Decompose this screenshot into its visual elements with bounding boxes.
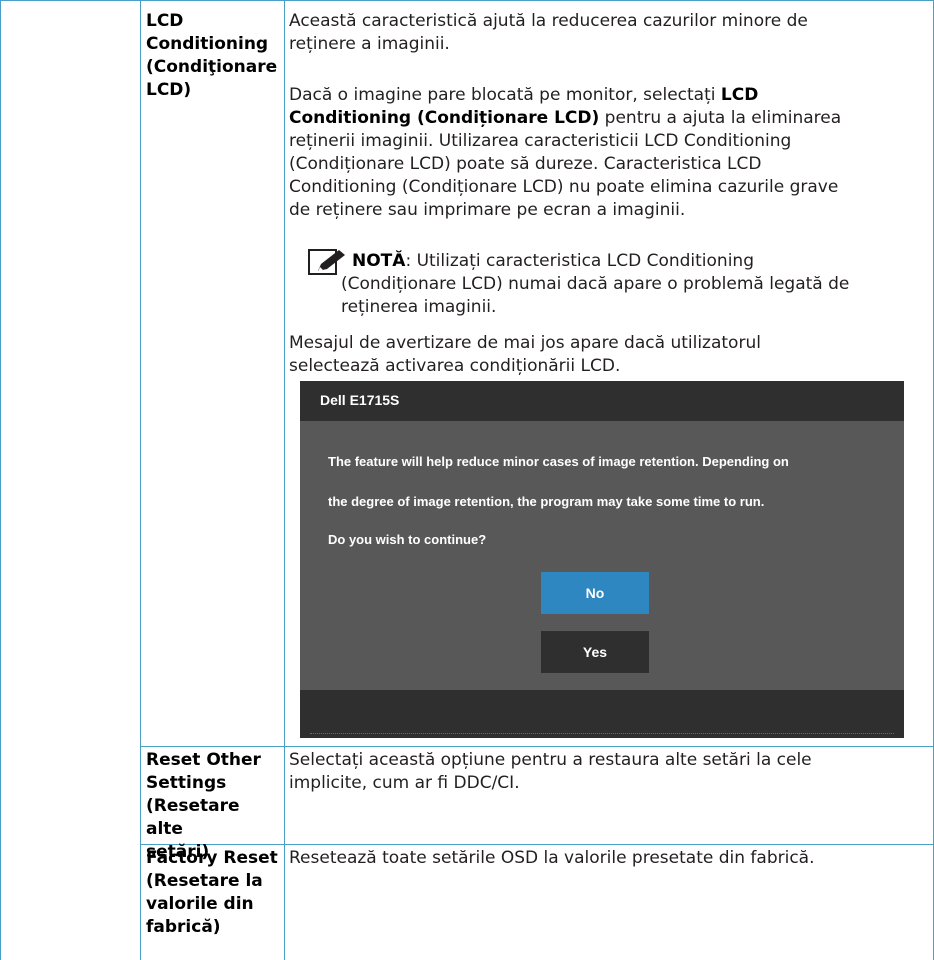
label-line: fabrică) — [146, 917, 221, 937]
text-line: Conditioning (Condiționare LCD) pentru a… — [289, 107, 841, 130]
description-paragraph: Dacă o imagine pare blocată pe monitor, … — [289, 84, 841, 222]
label-line: Settings — [146, 773, 227, 793]
settings-table: LCD Conditioning (Condiţionare LCD) Acea… — [0, 0, 934, 960]
text-line: Dacă o imagine pare blocată pe monitor, … — [289, 84, 841, 107]
text-line: selectează activarea condiționării LCD. — [289, 356, 621, 376]
text-line: NOTĂ: Utilizați caracteristica LCD Condi… — [352, 250, 754, 273]
label-line: valorile din — [146, 894, 254, 914]
label-line: Reset Other — [146, 750, 261, 770]
text-span: : Utilizați caracteristica LCD Condition… — [405, 251, 754, 271]
label-line: Factory Reset — [146, 848, 278, 868]
text-line: Mesajul de avertizare de mai jos apare d… — [289, 333, 761, 353]
dialog-message-line: The feature will help reduce minor cases… — [328, 454, 789, 469]
text-line: Resetează toate setările OSD la valorile… — [289, 848, 815, 868]
dialog-message-line: Do you wish to continue? — [328, 532, 487, 547]
text-line: reținerea imaginii. — [341, 297, 497, 317]
dialog-title-bar: Dell E1715S — [300, 381, 904, 421]
footer-divider — [310, 733, 894, 734]
row-divider-1 — [140, 746, 934, 747]
row-label-lcd-conditioning: LCD Conditioning (Condiţionare LCD) — [146, 10, 282, 102]
label-line: (Resetare la — [146, 871, 263, 891]
yes-button[interactable]: Yes — [541, 631, 649, 673]
bold-term: Conditioning (Condiționare LCD) — [289, 108, 600, 128]
bold-term: LCD — [720, 85, 759, 105]
text-line: reținerii imaginii. Utilizarea caracteri… — [289, 131, 792, 151]
pencil-note-icon — [308, 249, 345, 275]
table-column-divider-1 — [140, 0, 141, 960]
text-line: reținere a imaginii. — [289, 34, 450, 54]
table-left-border — [0, 0, 1, 960]
text-span: pentru a ajuta la eliminarea — [599, 108, 842, 128]
dialog-title: Dell E1715S — [320, 392, 400, 408]
no-button[interactable]: No — [541, 572, 649, 614]
dialog-message-line: the degree of image retention, the progr… — [328, 494, 765, 509]
text-line: Selectați această opțiune pentru a resta… — [289, 750, 812, 770]
osd-warning-dialog: Dell E1715S The feature will help reduce… — [300, 381, 904, 738]
label-line: (Condiţionare — [146, 57, 278, 77]
text-span: Dacă o imagine pare blocată pe monitor, … — [289, 85, 721, 105]
reset-other-settings-description: Selectați această opțiune pentru a resta… — [289, 749, 812, 795]
text-line: de reținere sau imprimare pe ecran a ima… — [289, 200, 686, 220]
label-line: Conditioning — [146, 34, 269, 54]
label-line: LCD — [146, 11, 184, 31]
text-line: (Condiționare LCD) numai dacă apare o pr… — [341, 274, 850, 294]
text-line: (Condiționare LCD) poate să dureze. Cara… — [289, 154, 762, 174]
row-label-factory-reset: Factory Reset (Resetare la valorile din … — [146, 847, 282, 939]
factory-reset-description: Resetează toate setările OSD la valorile… — [289, 847, 815, 870]
text-line: Această caracteristică ajută la reducere… — [289, 11, 808, 31]
note-label: NOTĂ — [352, 251, 406, 271]
intro-paragraph: Această caracteristică ajută la reducere… — [289, 10, 808, 56]
text-line: implicite, cum ar fi DDC/CI. — [289, 773, 520, 793]
text-line: Conditioning (Condiționare LCD) nu poate… — [289, 177, 839, 197]
label-line: (Resetare alte — [146, 796, 240, 839]
dialog-footer-bar — [300, 690, 904, 738]
label-line: LCD) — [146, 80, 192, 100]
table-column-divider-2 — [284, 0, 285, 960]
warning-intro-paragraph: Mesajul de avertizare de mai jos apare d… — [289, 332, 761, 378]
note-paragraph: NOTĂ: Utilizați caracteristica LCD Condi… — [352, 250, 754, 273]
note-continuation: (Condiționare LCD) numai dacă apare o pr… — [341, 273, 849, 319]
